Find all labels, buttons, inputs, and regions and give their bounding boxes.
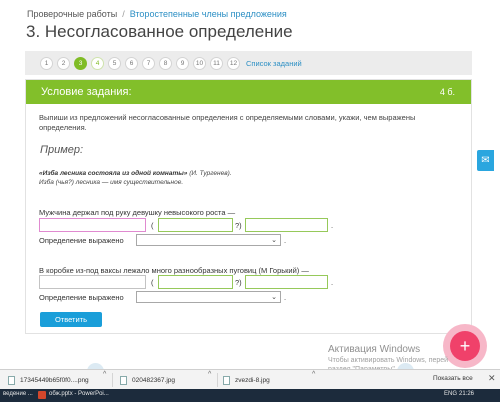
task-number[interactable]: 4 [91, 57, 104, 70]
download-filename: zvezdi-8.jpg [235, 376, 270, 384]
task-number[interactable]: 5 [108, 57, 121, 70]
file-icon [120, 375, 127, 385]
sentence-1: Мужчина держал под руку девушку невысоко… [39, 208, 236, 217]
period: . [284, 236, 287, 245]
answer-field-2-word[interactable] [39, 275, 146, 289]
task-instruction: Выпиши из предложений несогласованные оп… [39, 113, 416, 132]
breadcrumb-parent[interactable]: Проверочные работы [27, 9, 117, 19]
example-heading: Пример: [40, 144, 84, 156]
period: . [284, 293, 287, 302]
file-icon [223, 375, 230, 385]
close-paren-question: ?) [235, 221, 242, 230]
task-points: 4 б. [439, 87, 455, 97]
answer-field-1-word[interactable] [39, 218, 146, 232]
plus-icon[interactable]: + [450, 331, 480, 361]
page-title: 3. Несогласованное определение [26, 22, 293, 41]
example-quote-line: «Изба лесника состояла из одной комнаты»… [39, 170, 232, 177]
download-item[interactable]: zvezdi-8.jpg [223, 374, 270, 386]
chevron-down-icon: ⌄ [271, 237, 277, 244]
task-header: Условие задания: 4 б. [26, 80, 471, 104]
expressed-select-1[interactable]: ⌄ [136, 234, 281, 246]
answer-field-2-question[interactable] [158, 275, 233, 289]
divider [217, 373, 218, 387]
language-indicator[interactable]: ENG [444, 391, 457, 397]
download-item[interactable]: 17345449b65f0f0....png [8, 374, 89, 386]
task-header-title: Условие задания: [41, 86, 132, 98]
taskbar-clock[interactable]: 21:26 [459, 391, 474, 397]
task-number[interactable]: 8 [159, 57, 172, 70]
breadcrumb: Проверочные работы / Второстепенные члены … [27, 9, 287, 19]
task-number[interactable]: 12 [227, 57, 240, 70]
chevron-up-icon[interactable]: ^ [208, 371, 211, 378]
task-number[interactable]: 6 [125, 57, 138, 70]
example-explanation: Изба (чья?) лесника — имя существительно… [39, 179, 184, 186]
answer-field-1-defined[interactable] [245, 218, 328, 232]
task-nav: 1 2 3 4 5 6 7 8 9 10 11 12 Список задани… [40, 57, 302, 70]
taskbar: ведение ... обж.pptx - PowerPoi... ENG 2… [0, 389, 500, 402]
activation-watermark-title: Активация Windows [328, 344, 421, 355]
task-number[interactable]: 2 [57, 57, 70, 70]
example-quote: «Изба лесника состояла из одной комнаты» [39, 170, 188, 177]
sentence-2: В коробке из-под ваксы лежало много разн… [39, 266, 309, 275]
chevron-up-icon[interactable]: ^ [312, 371, 315, 378]
download-item[interactable]: 020482367.jpg [120, 374, 175, 386]
close-paren-question: ?) [235, 278, 242, 287]
task-number[interactable]: 1 [40, 57, 53, 70]
period: . [331, 221, 334, 230]
expressed-select-2[interactable]: ⌄ [136, 291, 281, 303]
download-filename: 17345449b65f0f0....png [20, 376, 89, 384]
task-card: Условие задания: 4 б. Выпиши из предложе… [25, 79, 472, 334]
taskbar-item-powerpoint[interactable]: обж.pptx - PowerPoi... [49, 391, 109, 397]
breadcrumb-separator: / [122, 9, 125, 19]
period: . [331, 278, 334, 287]
task-number[interactable]: 9 [176, 57, 189, 70]
open-paren: ( [151, 278, 154, 287]
mail-icon[interactable]: ✉ [477, 150, 494, 171]
chevron-down-icon: ⌄ [271, 294, 277, 301]
task-number[interactable]: 7 [142, 57, 155, 70]
taskbar-item[interactable]: ведение ... [3, 391, 33, 397]
example-author: (И. Тургенев). [187, 170, 232, 177]
breadcrumb-current[interactable]: Второстепенные члены предложения [130, 9, 287, 19]
powerpoint-icon [38, 391, 46, 399]
expressed-label-1: Определение выражено [39, 236, 124, 245]
answer-field-1-question[interactable] [158, 218, 233, 232]
answer-field-2-defined[interactable] [245, 275, 328, 289]
show-all-downloads-button[interactable]: Показать все [433, 375, 473, 382]
task-list-link[interactable]: Список заданий [246, 59, 302, 68]
open-paren: ( [151, 221, 154, 230]
download-filename: 020482367.jpg [132, 376, 176, 384]
divider [112, 373, 113, 387]
close-icon[interactable]: ✕ [488, 373, 496, 384]
task-number-active[interactable]: 3 [74, 57, 87, 70]
submit-button[interactable]: Ответить [40, 312, 102, 327]
chevron-up-icon[interactable]: ^ [103, 371, 106, 378]
task-number[interactable]: 10 [193, 57, 206, 70]
expressed-label-2: Определение выражено [39, 293, 124, 302]
file-icon [8, 375, 15, 385]
download-bar: 17345449b65f0f0....png ^ 020482367.jpg ^… [0, 369, 500, 389]
activation-watermark-line: Чтобы активировать Windows, перей [328, 357, 449, 364]
task-number[interactable]: 11 [210, 57, 223, 70]
